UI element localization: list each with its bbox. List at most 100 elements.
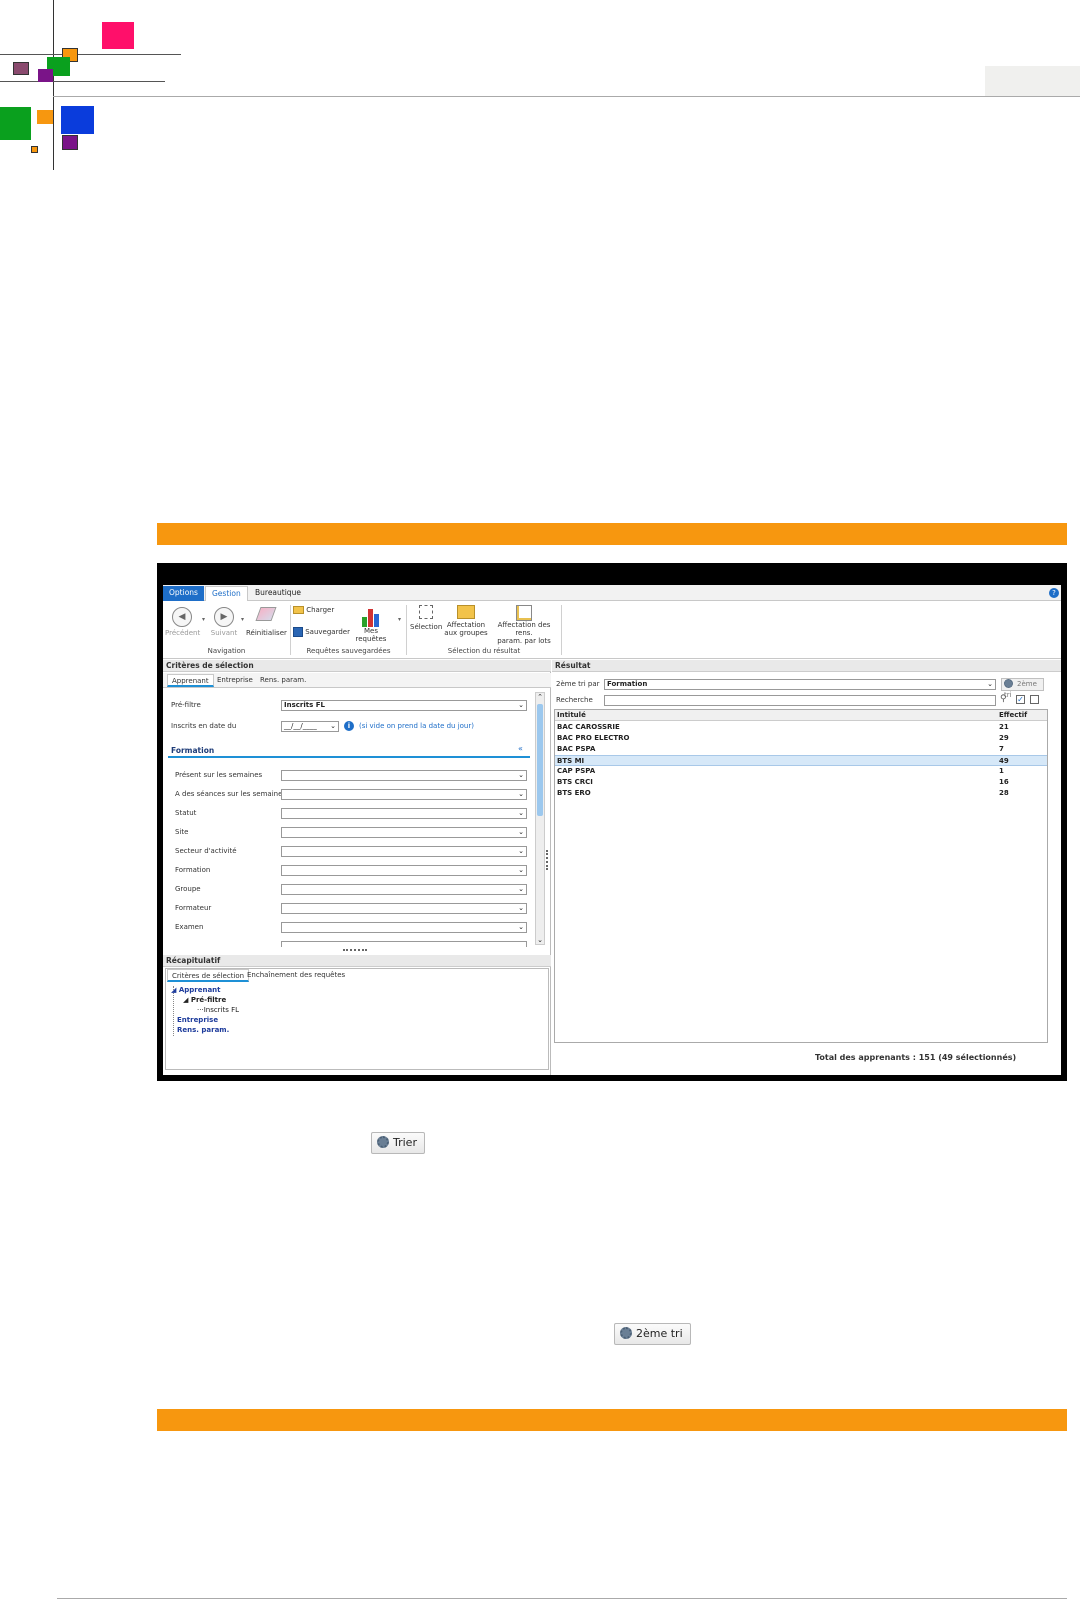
inscrits-label: Inscrits en date du xyxy=(171,722,237,730)
field-select[interactable]: ⌄ xyxy=(281,789,527,800)
cell-intitule: BAC CAROSSRIE xyxy=(557,723,620,731)
tree-prefiltre[interactable]: ◢ Pré-filtre xyxy=(183,995,226,1005)
affectation-groupes-label-1: Affectation xyxy=(446,621,486,629)
tab-enchainement[interactable]: Enchaînement des requêtes xyxy=(243,969,349,982)
trier-button[interactable]: Trier xyxy=(371,1132,425,1154)
recherche-input[interactable] xyxy=(604,695,996,706)
tri-label: 2ème tri par xyxy=(556,680,600,688)
col-intitule[interactable]: Intitulé xyxy=(557,710,586,721)
affectation-rens-label-2: param. par lots xyxy=(497,637,551,645)
gear-icon xyxy=(620,1327,632,1339)
uncheck-all-icon[interactable] xyxy=(1030,695,1039,704)
affectation-rens-button[interactable]: Affectation des rens. param. par lots xyxy=(488,605,560,645)
tab-apprenant[interactable]: Apprenant xyxy=(167,674,214,687)
tab-options[interactable]: Options xyxy=(163,586,204,601)
table-row[interactable]: BAC PRO ELECTRO 29 xyxy=(555,733,1047,744)
scroll-up-icon[interactable]: ⌃ xyxy=(536,693,544,701)
criteres-scrollbar[interactable]: ⌃ ⌄ xyxy=(535,692,545,945)
tree-entreprise[interactable]: Entreprise xyxy=(177,1015,218,1025)
expand-icon[interactable]: ◢ xyxy=(171,986,176,994)
tri-select[interactable]: Formation ⌄ xyxy=(604,679,996,690)
eraser-icon xyxy=(255,607,277,621)
affectation-groupes-label-2: aux groupes xyxy=(444,629,488,637)
chevron-down-icon: ⌄ xyxy=(518,923,524,931)
chevron-down-icon: ⌄ xyxy=(518,701,524,709)
prefiltre-select[interactable]: Inscrits FL ⌄ xyxy=(281,700,527,711)
gear-icon xyxy=(1004,678,1013,688)
tab-rens-param[interactable]: Rens. param. xyxy=(256,674,310,687)
field-select[interactable]: ⌄ xyxy=(281,770,527,781)
field-select[interactable]: ⌄ xyxy=(281,827,527,838)
chevron-down-icon: ⌄ xyxy=(518,847,524,855)
folder-icon xyxy=(293,606,304,614)
footer-rule xyxy=(57,1598,1067,1599)
mes-requetes-dropdown-icon[interactable]: ▾ xyxy=(398,616,401,623)
criteres-panel: Critères de sélection Apprenant Entrepri… xyxy=(163,660,551,955)
affectation-groupes-button[interactable]: Affectation aux groupes xyxy=(444,605,488,637)
mes-requetes-button[interactable]: Mes requêtes xyxy=(348,605,394,643)
field-select[interactable]: ⌄ xyxy=(281,846,527,857)
splitter-grip[interactable] xyxy=(546,850,549,870)
screenshot-frame: Options Gestion Bureautique ? ◀ Précéden… xyxy=(157,563,1067,1081)
mes-requetes-label: Mes requêtes xyxy=(355,627,387,643)
group-label-selection: Sélection du résultat xyxy=(447,647,521,655)
tab-gestion[interactable]: Gestion xyxy=(205,586,248,601)
table-row[interactable]: CAP PSPA 1 xyxy=(555,766,1047,777)
trier-label: Trier xyxy=(393,1136,417,1149)
resultat-title: Résultat xyxy=(552,660,1061,672)
field-select[interactable]: ⌄ xyxy=(281,903,527,914)
tree-inscrits[interactable]: ···Inscrits FL xyxy=(197,1005,239,1015)
tab-entreprise[interactable]: Entreprise xyxy=(213,674,257,687)
table-row[interactable]: BAC PSPA 7 xyxy=(555,744,1047,755)
charger-label: Charger xyxy=(306,606,335,614)
search-icon[interactable]: ⚲ xyxy=(1000,694,1007,704)
total-apprenants: Total des apprenants : 151 (49 sélection… xyxy=(815,1053,1017,1062)
suivant-button[interactable]: ▶ Suivant xyxy=(209,607,239,637)
splitter-grip-horizontal[interactable] xyxy=(343,949,367,952)
precedent-dropdown-icon[interactable]: ▾ xyxy=(202,616,205,623)
tree-apprenant[interactable]: ◢ Apprenant xyxy=(171,985,221,995)
suivant-dropdown-icon[interactable]: ▾ xyxy=(241,616,244,623)
group-folder-icon xyxy=(457,605,475,619)
table-row-selected[interactable]: BTS MI 49 xyxy=(555,755,1047,766)
scroll-thumb[interactable] xyxy=(537,704,543,816)
cell-intitule: BAC PSPA xyxy=(557,745,596,753)
table-row[interactable]: BTS ERO 28 xyxy=(555,788,1047,799)
reinitialiser-button[interactable]: Réinitialiser xyxy=(246,607,287,637)
cell-effectif: 7 xyxy=(999,745,1004,753)
field-select[interactable] xyxy=(281,941,527,947)
charger-button[interactable]: Charger xyxy=(293,606,334,614)
criteres-title: Critères de sélection xyxy=(163,660,551,672)
date-field[interactable]: __/__/____ ⌄ xyxy=(281,721,339,732)
deuxieme-tri-button[interactable]: 2ème tri xyxy=(614,1323,691,1345)
field-label: Examen xyxy=(175,923,204,931)
field-select[interactable]: ⌄ xyxy=(281,884,527,895)
check-all-icon[interactable]: ✓ xyxy=(1016,695,1025,704)
formation-section-title: Formation xyxy=(171,746,215,755)
tree-rens-param[interactable]: Rens. param. xyxy=(177,1025,229,1035)
resultat-panel: Résultat 2ème tri par Formation ⌄ 2ème tr… xyxy=(552,660,1061,1075)
tab-bureautique[interactable]: Bureautique xyxy=(249,586,307,601)
chevron-down-icon: ⌄ xyxy=(518,771,524,779)
field-select[interactable]: ⌄ xyxy=(281,865,527,876)
precedent-button[interactable]: ◀ Précédent xyxy=(165,607,200,637)
col-effectif[interactable]: Effectif xyxy=(999,710,1027,721)
help-icon[interactable]: ? xyxy=(1049,588,1059,598)
section-bar-bottom xyxy=(157,1409,1067,1431)
info-icon: i xyxy=(344,721,354,731)
header-tab-box xyxy=(985,66,1080,96)
expand-icon[interactable]: ◢ xyxy=(183,996,188,1004)
field-select[interactable]: ⌄ xyxy=(281,922,527,933)
sauvegarder-button[interactable]: Sauvegarder xyxy=(293,627,350,637)
table-row[interactable]: BAC CAROSSRIE 21 xyxy=(555,722,1047,733)
tab-criteres-selection[interactable]: Critères de sélection xyxy=(167,969,250,982)
deuxieme-tri-small-button[interactable]: 2ème tri xyxy=(1001,678,1044,699)
chevron-down-icon: ⌄ xyxy=(518,866,524,874)
selection-button[interactable]: Sélection xyxy=(410,605,442,631)
field-select[interactable]: ⌄ xyxy=(281,808,527,819)
collapse-icon[interactable]: « xyxy=(518,744,523,753)
field-label: Secteur d'activité xyxy=(175,847,237,855)
scroll-down-icon[interactable]: ⌄ xyxy=(536,936,544,944)
cell-effectif: 21 xyxy=(999,723,1009,731)
table-row[interactable]: BTS CRCI 16 xyxy=(555,777,1047,788)
